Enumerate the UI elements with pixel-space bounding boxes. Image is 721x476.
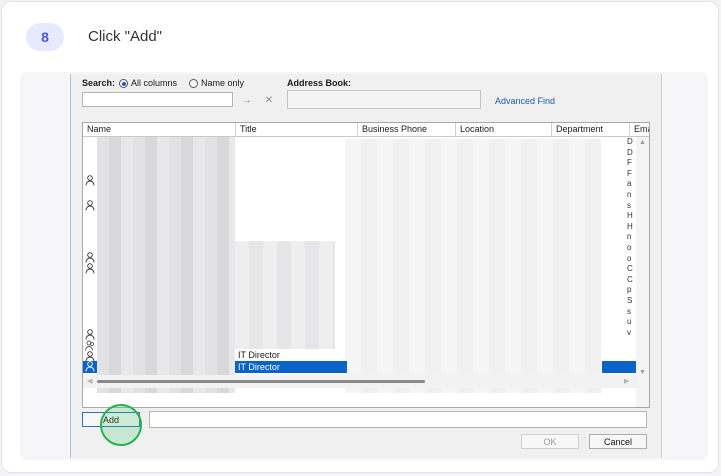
contact-person-icon: [85, 252, 95, 263]
scroll-right-icon[interactable]: ▶: [624, 377, 629, 385]
name-only-label: Name only: [201, 78, 245, 88]
column-header-email[interactable]: Ema: [630, 123, 649, 136]
step-card: 8 Click "Add" Search: All columns Name o…: [1, 1, 719, 473]
scroll-left-icon[interactable]: ◀: [87, 377, 92, 385]
row-title: IT Director: [238, 350, 280, 360]
vertical-scrollbar[interactable]: ▲ ▼: [636, 137, 649, 407]
contacts-list[interactable]: Name Title Business Phone Location Depar…: [82, 122, 650, 408]
contact-person-icon: [85, 263, 95, 274]
column-header-location[interactable]: Location: [456, 123, 552, 136]
table-row-selected[interactable]: IT Director: [83, 361, 649, 373]
all-columns-radio[interactable]: [119, 79, 128, 88]
contact-person-icon: [85, 361, 95, 372]
column-header-name[interactable]: Name: [83, 123, 236, 136]
click-highlight-indicator: [100, 404, 142, 446]
contact-person-icon: [85, 175, 95, 186]
scroll-thumb[interactable]: [97, 380, 425, 383]
column-header-title[interactable]: Title: [236, 123, 358, 136]
column-header-business-phone[interactable]: Business Phone: [358, 123, 456, 136]
name-only-radio[interactable]: [189, 79, 198, 88]
clear-x-icon[interactable]: ✕: [261, 93, 277, 107]
column-header-department[interactable]: Department: [552, 123, 630, 136]
search-label: Search:: [82, 78, 116, 88]
redacted-titles: [235, 241, 335, 349]
all-columns-label: All columns: [131, 78, 178, 88]
step-instruction: Click "Add": [88, 28, 163, 45]
contact-person-icon: [85, 329, 95, 340]
scroll-down-icon[interactable]: ▼: [639, 369, 646, 376]
screenshot-panel: Search: All columns Name only Address Bo…: [20, 72, 708, 460]
scroll-up-icon[interactable]: ▲: [639, 139, 646, 146]
horizontal-scrollbar[interactable]: ◀ ▶: [83, 375, 638, 388]
advanced-find-link[interactable]: Advanced Find: [495, 96, 555, 106]
address-book-select[interactable]: [287, 90, 481, 109]
step-number-badge: 8: [26, 23, 64, 51]
address-book-label: Address Book:: [287, 78, 352, 88]
cancel-button[interactable]: Cancel: [589, 434, 647, 449]
go-arrow-icon[interactable]: →: [239, 93, 255, 107]
row-title-selected: IT Director: [238, 362, 280, 372]
contact-person-icon: [85, 200, 95, 211]
table-row[interactable]: IT Director: [83, 349, 649, 361]
recipients-field[interactable]: [149, 411, 647, 428]
select-names-dialog: Search: All columns Name only Address Bo…: [70, 74, 662, 458]
search-input[interactable]: [82, 92, 233, 107]
ok-button[interactable]: OK: [521, 434, 579, 449]
